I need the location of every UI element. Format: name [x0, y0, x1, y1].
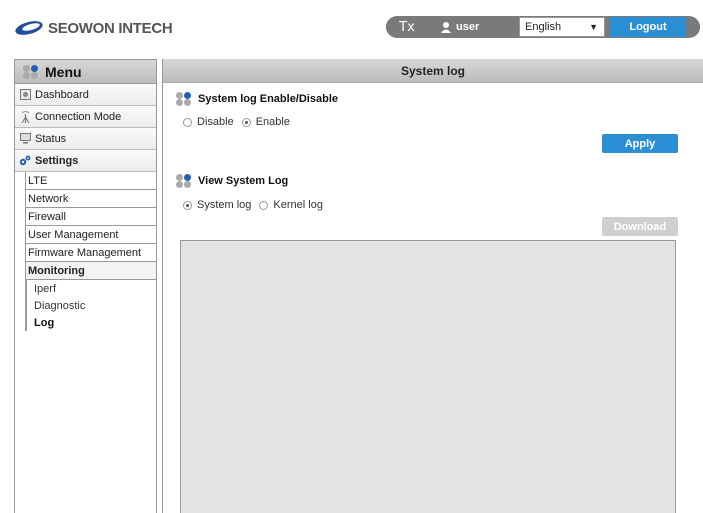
sidebar-item-label: Connection Mode: [35, 110, 122, 123]
brand-logo: SEOWON INTECH: [14, 18, 173, 38]
sidebar-item-label: Settings: [35, 154, 79, 167]
brand-name: SEOWON INTECH: [48, 19, 173, 37]
sidebar-item-connection-mode[interactable]: Connection Mode: [15, 106, 156, 128]
sidebar-item-dashboard[interactable]: Dashboard: [15, 84, 156, 106]
log-output-area[interactable]: [180, 240, 676, 513]
download-button[interactable]: Download: [602, 217, 678, 236]
monitoring-submenu: Iperf Diagnostic Log: [26, 280, 156, 331]
clear-format-icon: Tx: [399, 19, 415, 35]
sidebar-item-lte[interactable]: LTE: [26, 172, 156, 190]
sidebar-item-diagnostic[interactable]: Diagnostic: [27, 297, 156, 314]
enable-radio[interactable]: [241, 117, 251, 127]
menu-dots-icon: [23, 64, 39, 79]
disable-radio[interactable]: [183, 117, 192, 127]
logout-button[interactable]: Logout: [610, 17, 686, 37]
language-select[interactable]: English ▼: [519, 17, 605, 37]
sidebar-item-monitoring[interactable]: Monitoring: [26, 262, 156, 280]
antenna-icon: [19, 110, 31, 123]
logo-swoosh-icon: [15, 21, 43, 35]
dashboard-icon: [19, 89, 31, 101]
monitor-icon: [19, 133, 31, 145]
dropdown-arrow-icon: ▼: [589, 22, 598, 32]
sidebar-item-firmware-management[interactable]: Firmware Management: [26, 244, 156, 262]
gears-icon: [19, 155, 31, 167]
disable-radio-label[interactable]: Disable: [197, 116, 234, 128]
menu-header: Menu: [15, 60, 156, 84]
log-type-radio-group: System log Kernel log: [183, 199, 331, 211]
apply-button[interactable]: Apply: [602, 134, 678, 153]
clear-format-button[interactable]: Tx: [386, 17, 428, 37]
sidebar-item-settings[interactable]: Settings: [15, 150, 156, 172]
header: SEOWON INTECH Tx user English ▼ Logout: [0, 0, 703, 56]
sidebar-item-label: Dashboard: [35, 88, 89, 101]
view-section-title: View System Log: [176, 174, 288, 188]
sidebar: Menu Dashboard Connection Mode Status Se…: [14, 59, 157, 513]
settings-submenu: LTE Network Firewall User Management Fir…: [25, 172, 156, 331]
sidebar-item-user-management[interactable]: User Management: [26, 226, 156, 244]
enable-radio-group: Disable Enable: [183, 116, 298, 128]
sidebar-item-label: Status: [35, 132, 67, 145]
page-title: System log: [163, 59, 703, 83]
enable-section-title-text: System log Enable/Disable: [198, 93, 338, 105]
system-log-radio[interactable]: [183, 200, 192, 210]
sidebar-item-firewall[interactable]: Firewall: [26, 208, 156, 226]
section-dots-icon: [176, 174, 192, 188]
language-value: English: [525, 21, 562, 33]
section-dots-icon: [176, 92, 192, 106]
user-name: user: [456, 21, 480, 33]
view-section-title-text: View System Log: [198, 175, 289, 187]
sidebar-item-log[interactable]: Log: [27, 314, 156, 331]
enable-section-title: System log Enable/Disable: [176, 92, 338, 106]
enable-radio-label[interactable]: Enable: [256, 116, 290, 128]
toolbar-end-cap: [686, 17, 700, 37]
kernel-log-radio-label[interactable]: Kernel log: [273, 199, 323, 211]
sidebar-item-iperf[interactable]: Iperf: [27, 280, 156, 297]
user-icon: [441, 21, 451, 33]
system-log-radio-label[interactable]: System log: [197, 199, 251, 211]
sidebar-item-status[interactable]: Status: [15, 128, 156, 150]
menu-title: Menu: [45, 63, 82, 80]
user-button[interactable]: user: [431, 17, 515, 37]
sidebar-item-network[interactable]: Network: [26, 190, 156, 208]
main-panel: System log System log Enable/Disable Dis…: [162, 59, 703, 513]
kernel-log-radio[interactable]: [259, 200, 269, 210]
